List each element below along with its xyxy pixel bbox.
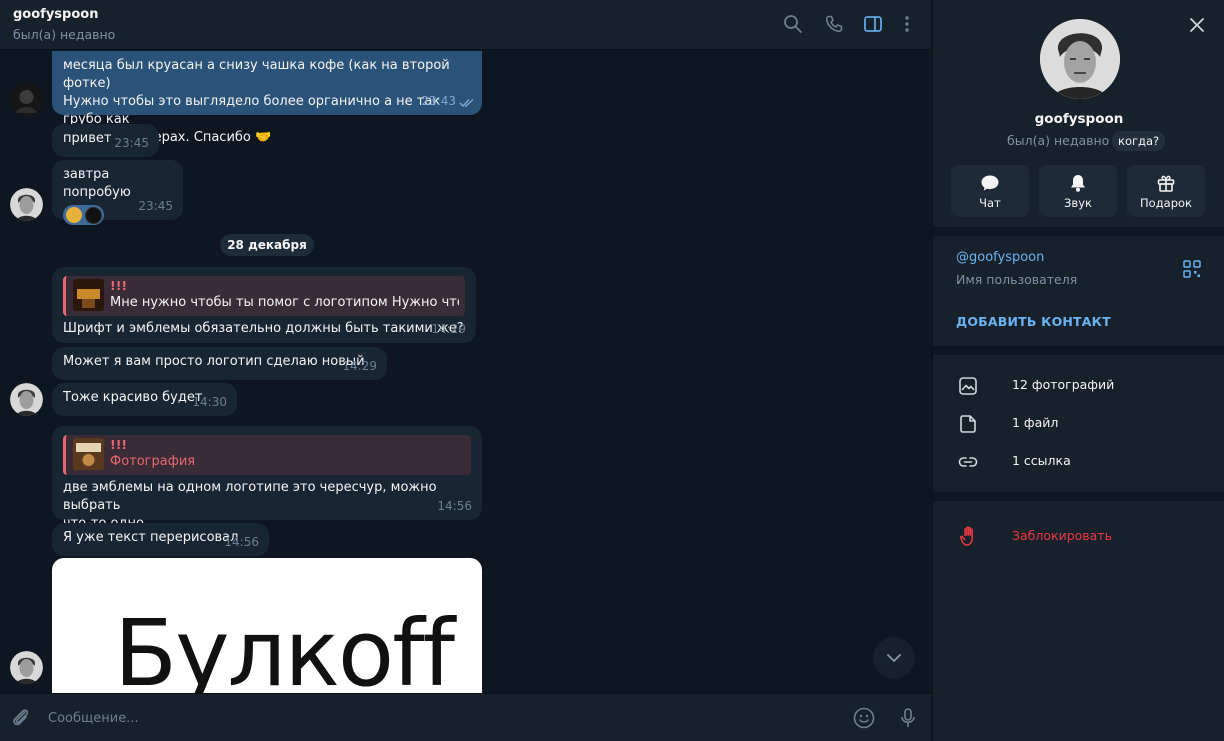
microphone-icon[interactable]: [896, 706, 920, 730]
action-label: Подарок: [1140, 196, 1192, 210]
message-time: 14:29: [342, 359, 377, 373]
links-row[interactable]: 1 ссылка: [933, 446, 1224, 478]
section-divider: [933, 227, 1224, 236]
section-divider: [933, 346, 1224, 355]
profile-avatar[interactable]: [1040, 19, 1120, 99]
sender-avatar[interactable]: [10, 188, 43, 221]
reply-text: Мне нужно чтобы ты помог с логотипом Нуж…: [110, 295, 459, 310]
message-text: Я уже текст перерисовал: [63, 530, 239, 545]
photos-row[interactable]: 12 фотографий: [933, 370, 1224, 402]
reactor-avatar: [85, 206, 102, 224]
block-hand-icon: [960, 526, 973, 546]
message-list[interactable]: месяца был круасан а снизу чашка кофе (к…: [0, 51, 931, 693]
file-icon: [960, 415, 976, 433]
files-row[interactable]: 1 файл: [933, 408, 1224, 440]
message-incoming[interactable]: !!! Мне нужно чтобы ты помог с логотипом…: [52, 267, 476, 343]
qr-code-icon[interactable]: [1183, 260, 1201, 278]
message-time: 14:30: [192, 395, 227, 409]
more-vertical-icon[interactable]: [895, 12, 919, 36]
gift-icon: [1157, 175, 1175, 192]
block-user-button[interactable]: Заблокировать: [933, 520, 1224, 552]
message-line: месяца был круасан а снизу чашка кофе (к…: [63, 58, 450, 91]
media-row-label: 12 фотографий: [1012, 377, 1115, 392]
reply-preview[interactable]: !!! Мне нужно чтобы ты помог с логотипом…: [63, 276, 465, 316]
message-incoming[interactable]: привет 23:45: [52, 124, 159, 157]
message-incoming[interactable]: Тоже красиво будет 14:30: [52, 383, 237, 416]
sender-avatar[interactable]: [10, 83, 43, 116]
message-composer: [0, 693, 931, 741]
search-icon[interactable]: [781, 12, 805, 36]
message-incoming[interactable]: Я уже текст перерисовал 14:56: [52, 523, 269, 556]
chat-icon: [981, 175, 999, 191]
close-icon[interactable]: [1186, 14, 1208, 36]
chat-header[interactable]: goofyspoon был(а) недавно: [0, 0, 931, 50]
double-check-icon: [459, 98, 474, 108]
username-link[interactable]: @goofyspoon: [956, 250, 1044, 265]
reply-preview[interactable]: !!! Фотография: [63, 435, 471, 475]
message-text: Шрифт и эмблемы обязательно должны быть …: [63, 321, 464, 336]
reply-title: !!!: [110, 278, 128, 293]
photo-logo-text: Булкoff: [114, 600, 455, 694]
message-time: 23:45: [138, 199, 173, 213]
action-label: Звук: [1064, 196, 1092, 210]
attach-icon[interactable]: [9, 706, 33, 730]
section-divider: [933, 492, 1224, 501]
profile-panel: goofyspoon был(а) недавно когда? Чат Зву…: [932, 0, 1224, 741]
profile-status: был(а) недавно: [1007, 133, 1110, 148]
message-time: 14:56: [437, 499, 472, 513]
emoji-icon[interactable]: [852, 706, 876, 730]
reply-thumbnail: [73, 279, 104, 311]
reaction-badge[interactable]: [63, 205, 104, 225]
bell-icon: [1071, 175, 1085, 192]
reply-thumbnail: [73, 438, 104, 470]
message-line: [63, 51, 471, 57]
message-outgoing[interactable]: месяца был круасан а снизу чашка кофе (к…: [52, 51, 482, 145]
sidebar-toggle-icon[interactable]: [861, 12, 885, 36]
message-time: 23:45: [114, 136, 149, 150]
link-icon: [958, 457, 978, 467]
media-row-label: 1 файл: [1012, 415, 1059, 430]
last-seen-query-button[interactable]: когда?: [1112, 131, 1166, 151]
date-separator: 28 декабря: [220, 234, 314, 256]
folded-hands-emoji-icon: [66, 207, 82, 223]
photo-icon: [959, 377, 977, 395]
message-incoming[interactable]: !!! Фотография две эмблемы на одном лого…: [52, 426, 482, 531]
sender-avatar[interactable]: [10, 383, 43, 416]
message-incoming[interactable]: завтра попробую 23:45: [52, 160, 183, 225]
message-time: 14:56: [224, 535, 259, 549]
photo-message[interactable]: Булкoff: [52, 558, 482, 693]
chat-pane: goofyspoon был(а) недавно месяца был кру…: [0, 0, 931, 741]
message-text: Может я вам просто логотип сделаю новый: [63, 354, 365, 369]
media-row-label: 1 ссылка: [1012, 453, 1071, 468]
action-label: Чат: [979, 196, 1001, 210]
reply-text: Фотография: [110, 454, 196, 469]
phone-icon[interactable]: [822, 12, 846, 36]
add-contact-button[interactable]: ДОБАВИТЬ КОНТАКТ: [956, 314, 1111, 329]
message-text: две эмблемы на одном логотипе это чересч…: [63, 480, 437, 513]
scroll-down-button[interactable]: [873, 637, 915, 679]
chat-title[interactable]: goofyspoon: [13, 7, 98, 22]
sender-avatar[interactable]: [10, 651, 43, 684]
gift-button[interactable]: Подарок: [1127, 165, 1205, 217]
chat-button[interactable]: Чат: [951, 165, 1029, 217]
message-time: 14:29: [431, 322, 466, 336]
message-text: Тоже красиво будет: [63, 390, 203, 405]
sound-button[interactable]: Звук: [1039, 165, 1117, 217]
message-time: 23:43: [421, 94, 456, 108]
message-text: привет: [63, 131, 112, 146]
reply-title: !!!: [110, 437, 128, 452]
message-input[interactable]: [48, 706, 808, 730]
chevron-down-icon: [887, 654, 901, 662]
message-incoming[interactable]: Может я вам просто логотип сделаю новый …: [52, 347, 387, 380]
chat-status: был(а) недавно: [13, 27, 116, 42]
username-label: Имя пользователя: [956, 272, 1078, 287]
block-label: Заблокировать: [1012, 528, 1112, 543]
profile-name: goofyspoon: [1034, 111, 1124, 127]
